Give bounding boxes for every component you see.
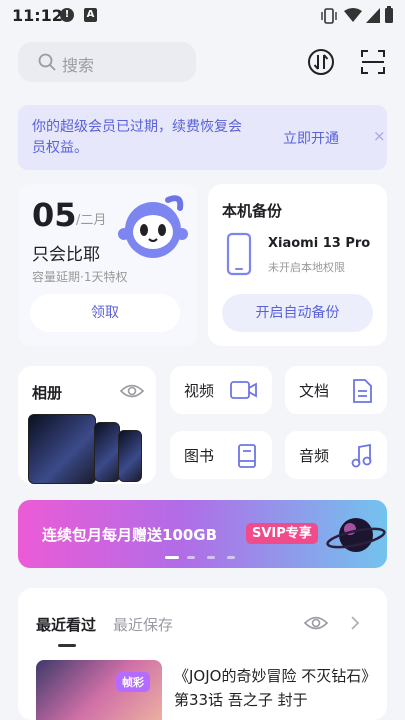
tile-label: 文档 (299, 382, 330, 400)
device-name: Xiaomi 13 Pro (268, 236, 371, 251)
tile-label: 音频 (299, 447, 330, 465)
tile-video[interactable]: 视频 (170, 366, 272, 414)
album-thumbnail[interactable] (28, 414, 96, 484)
carousel-dot (227, 556, 235, 559)
keyboard-a-icon: A (84, 8, 97, 22)
tile-audio[interactable]: 音频 (285, 431, 387, 479)
svip-promo-banner[interactable]: 连续包月每月赠送100GB SVIP专享 (18, 500, 387, 568)
backup-state: 未开启本地权限 (268, 261, 345, 274)
status-time: 11:12 (12, 6, 63, 25)
svip-badge: SVIP专享 (246, 523, 318, 544)
tab-recently-viewed[interactable]: 最近看过 (36, 614, 96, 635)
local-backup-card[interactable]: 本机备份 Xiaomi 13 Pro 未开启本地权限 开启自动备份 (208, 184, 387, 346)
search-input[interactable]: 搜索 (18, 42, 196, 82)
album-card[interactable]: 相册 (18, 366, 156, 484)
recent-badge: 帧彩 (116, 672, 150, 692)
carousel-dot (207, 556, 215, 559)
tab-recently-saved[interactable]: 最近保存 (113, 614, 173, 635)
phone-icon (226, 232, 252, 276)
alert-icon: ! (60, 8, 74, 22)
album-thumbnail[interactable] (94, 422, 120, 482)
carousel-dot-active (165, 556, 179, 559)
tile-label: 视频 (184, 382, 215, 400)
claim-button[interactable]: 领取 (30, 294, 180, 332)
book-icon (238, 444, 256, 468)
activate-now-link[interactable]: 立即开通 (283, 128, 339, 148)
eye-icon[interactable] (304, 615, 328, 631)
music-icon (351, 444, 372, 468)
eye-icon[interactable] (120, 383, 144, 399)
search-placeholder: 搜索 (62, 56, 95, 75)
document-icon (353, 379, 372, 403)
checkin-day: 05 (32, 196, 77, 234)
signal-icon (366, 8, 380, 23)
vip-expired-message: 你的超级会员已过期，续费恢复会员权益。 (32, 119, 242, 156)
close-icon[interactable]: × (373, 127, 386, 145)
scan-icon[interactable] (355, 44, 391, 80)
backup-title: 本机备份 (222, 202, 283, 220)
checkin-month: /二月 (76, 213, 107, 228)
privilege-subtitle: 容量延期·1天特权 (32, 270, 128, 284)
wifi-icon (344, 8, 362, 22)
active-tab-indicator (58, 644, 76, 647)
promo-text: 连续包月每月赠送100GB (42, 526, 218, 544)
vibrate-icon (321, 8, 337, 24)
enable-auto-backup-button[interactable]: 开启自动备份 (222, 294, 373, 332)
video-icon (230, 381, 257, 399)
vip-expired-banner: 你的超级会员已过期，续费恢复会员权益。 立即开通 × (18, 105, 387, 170)
carousel-dot (187, 556, 195, 559)
album-thumbnail[interactable] (118, 430, 142, 482)
status-bar: 11:12 ! A (0, 0, 405, 32)
mascot-icon (118, 195, 188, 258)
tile-document[interactable]: 文档 (285, 366, 387, 414)
transfer-icon[interactable] (303, 44, 339, 80)
search-icon (38, 53, 56, 71)
tile-book[interactable]: 图书 (170, 431, 272, 479)
tile-label: 图书 (184, 447, 215, 465)
album-title: 相册 (32, 384, 63, 402)
recent-item-title[interactable]: 《JOJO的奇妙冒险 不灭钻石》第33话 吾之子 封于 (174, 664, 374, 712)
recent-card: 最近看过 最近保存 帧彩 《JOJO的奇妙冒险 不灭钻石》第33话 吾之子 封于 (18, 588, 387, 720)
planet-icon (326, 518, 386, 552)
chevron-right-icon[interactable] (350, 615, 360, 631)
user-name: 只会比耶 (32, 245, 100, 265)
vip-checkin-card[interactable]: 05 /二月 只会比耶 容量延期·1天特权 领取 (18, 184, 198, 346)
battery-icon (385, 6, 393, 23)
